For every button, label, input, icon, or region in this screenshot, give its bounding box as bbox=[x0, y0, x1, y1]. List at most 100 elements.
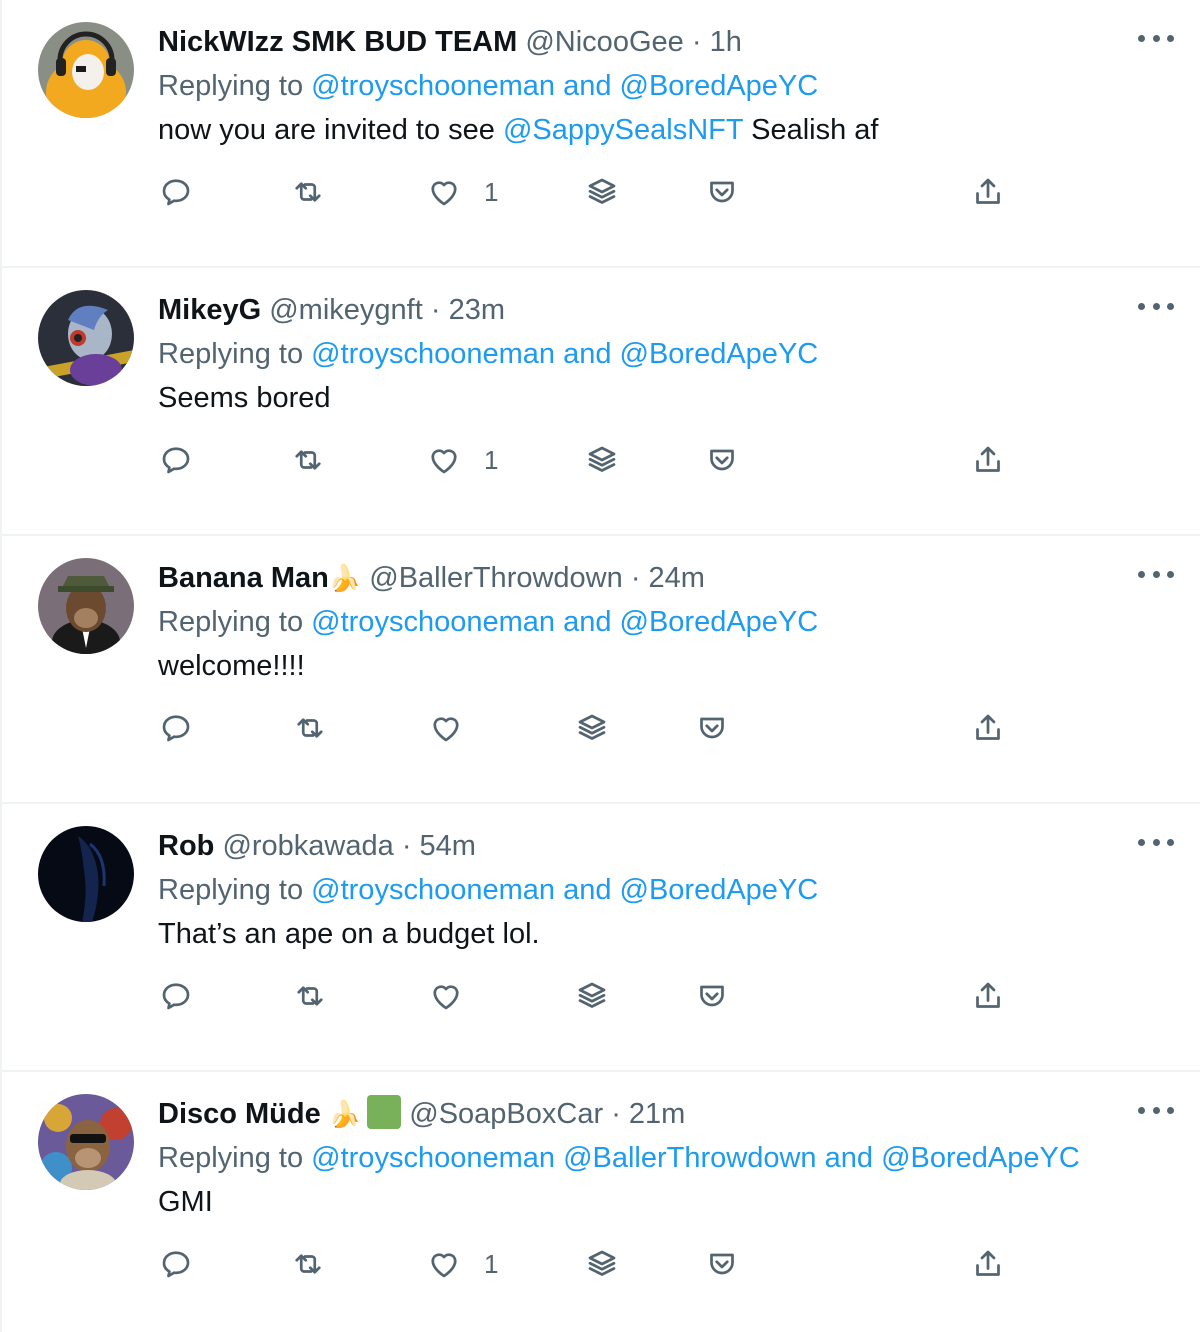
timestamp[interactable]: 23m bbox=[449, 294, 505, 326]
mention-joiner[interactable]: and bbox=[563, 70, 611, 102]
tweet[interactable]: NickWIzz SMK BUD TEAM @NicooGee · 1h Rep… bbox=[2, 0, 1200, 268]
like-count: 1 bbox=[484, 1248, 499, 1279]
stack-button[interactable] bbox=[574, 704, 610, 752]
reply-icon bbox=[162, 1251, 190, 1278]
timestamp[interactable]: 24m bbox=[649, 562, 705, 594]
handle[interactable]: @mikeygnft bbox=[269, 294, 423, 326]
stack-icon bbox=[578, 982, 606, 1008]
mention-link[interactable]: @BoredApeYC bbox=[620, 70, 819, 102]
timestamp[interactable]: 1h bbox=[710, 26, 742, 58]
more-icon[interactable] bbox=[1138, 830, 1174, 854]
share-icon bbox=[976, 982, 1000, 1008]
handle[interactable]: @NicooGee bbox=[525, 26, 683, 58]
display-name[interactable]: MikeyG bbox=[158, 294, 261, 326]
tweet[interactable]: Disco Müde 🍌 @SoapBoxCar · 21m Replying … bbox=[2, 1072, 1200, 1332]
stack-button[interactable] bbox=[584, 436, 620, 484]
share-button[interactable] bbox=[970, 1240, 1006, 1288]
like-button[interactable]: 1 bbox=[426, 1240, 498, 1288]
tweet[interactable]: MikeyG @mikeygnft · 23m Replying to @tro… bbox=[2, 268, 1200, 536]
pocket-button[interactable] bbox=[704, 1240, 740, 1288]
reply-feed: NickWIzz SMK BUD TEAM @NicooGee · 1h Rep… bbox=[0, 0, 1200, 1332]
retweet-button[interactable] bbox=[292, 704, 328, 752]
handle[interactable]: @BallerThrowdown bbox=[369, 562, 622, 594]
retweet-icon bbox=[295, 450, 321, 470]
mention-joiner[interactable]: and bbox=[563, 874, 611, 906]
like-button[interactable] bbox=[428, 972, 486, 1020]
like-button[interactable]: 1 bbox=[426, 168, 498, 216]
separator-dot: · bbox=[430, 294, 441, 326]
retweet-icon bbox=[297, 718, 323, 738]
more-icon[interactable] bbox=[1138, 294, 1174, 318]
avatar[interactable] bbox=[38, 826, 134, 922]
mention-link[interactable]: @BoredApeYC bbox=[620, 606, 819, 638]
mention-link[interactable]: @BoredApeYC bbox=[620, 338, 819, 370]
like-button[interactable]: 1 bbox=[426, 436, 498, 484]
stack-button[interactable] bbox=[584, 1240, 620, 1288]
more-icon[interactable] bbox=[1138, 562, 1174, 586]
mention-link[interactable]: @troyschooneman bbox=[311, 1142, 555, 1174]
reply-button[interactable] bbox=[158, 972, 194, 1020]
mention-joiner[interactable]: and bbox=[563, 606, 611, 638]
replying-label: Replying to bbox=[158, 606, 304, 638]
mention-joiner[interactable]: and bbox=[563, 338, 611, 370]
pocket-button[interactable] bbox=[694, 704, 730, 752]
tweet-header: MikeyG @mikeygnft · 23m bbox=[158, 290, 505, 330]
avatar[interactable] bbox=[38, 290, 134, 386]
replying-to: Replying to @troyschooneman and @BoredAp… bbox=[158, 334, 818, 374]
avatar[interactable] bbox=[38, 1094, 134, 1190]
separator-dot: · bbox=[630, 562, 641, 594]
avatar[interactable] bbox=[38, 22, 134, 118]
share-button[interactable] bbox=[970, 436, 1006, 484]
display-name[interactable]: NickWIzz SMK BUD TEAM bbox=[158, 26, 517, 58]
reply-button[interactable] bbox=[158, 1240, 194, 1288]
mention-link[interactable]: @SappySealsNFT bbox=[503, 114, 743, 146]
mention-link[interactable]: @BoredApeYC bbox=[620, 874, 819, 906]
reply-button[interactable] bbox=[158, 704, 194, 752]
share-button[interactable] bbox=[970, 972, 1006, 1020]
like-button[interactable] bbox=[428, 704, 486, 752]
mention-link[interactable]: @troyschooneman bbox=[311, 70, 555, 102]
more-icon[interactable] bbox=[1138, 1098, 1174, 1122]
pocket-button[interactable] bbox=[704, 168, 740, 216]
mention-joiner[interactable]: and bbox=[825, 1142, 873, 1174]
display-name[interactable]: Disco Müde bbox=[158, 1098, 321, 1130]
display-name[interactable]: Banana Man bbox=[158, 562, 329, 594]
mention-link[interactable]: @BallerThrowdown bbox=[563, 1142, 816, 1174]
pocket-icon bbox=[710, 449, 734, 471]
mention-link[interactable]: @troyschooneman bbox=[311, 874, 555, 906]
share-button[interactable] bbox=[970, 704, 1006, 752]
tweet[interactable]: Rob @robkawada · 54m Replying to @troysc… bbox=[2, 804, 1200, 1072]
stack-button[interactable] bbox=[574, 972, 610, 1020]
pocket-button[interactable] bbox=[694, 972, 730, 1020]
retweet-button[interactable] bbox=[290, 1240, 326, 1288]
tweet[interactable]: Banana Man🍌 @BallerThrowdown · 24m Reply… bbox=[2, 536, 1200, 804]
share-icon bbox=[976, 446, 1000, 472]
handle[interactable]: @robkawada bbox=[222, 830, 393, 862]
display-name[interactable]: Rob bbox=[158, 830, 214, 862]
pocket-icon bbox=[710, 1253, 734, 1275]
timestamp[interactable]: 54m bbox=[420, 830, 476, 862]
mention-link[interactable]: @BoredApeYC bbox=[881, 1142, 1080, 1174]
reply-button[interactable] bbox=[158, 436, 194, 484]
mention-link[interactable]: @troyschooneman bbox=[311, 606, 555, 638]
retweet-button[interactable] bbox=[292, 972, 328, 1020]
retweet-button[interactable] bbox=[290, 168, 326, 216]
stack-button[interactable] bbox=[584, 168, 620, 216]
avatar[interactable] bbox=[38, 558, 134, 654]
reply-icon bbox=[162, 983, 190, 1010]
share-button[interactable] bbox=[970, 168, 1006, 216]
more-icon[interactable] bbox=[1138, 26, 1174, 50]
stack-icon bbox=[578, 714, 606, 740]
pocket-button[interactable] bbox=[704, 436, 740, 484]
share-icon bbox=[976, 178, 1000, 204]
tweet-header: Disco Müde 🍌 @SoapBoxCar · 21m bbox=[158, 1094, 685, 1134]
like-icon bbox=[431, 449, 457, 474]
handle[interactable]: @SoapBoxCar bbox=[409, 1098, 603, 1130]
mention-link[interactable]: @troyschooneman bbox=[311, 338, 555, 370]
retweet-button[interactable] bbox=[290, 436, 326, 484]
reply-button[interactable] bbox=[158, 168, 194, 216]
timestamp[interactable]: 21m bbox=[629, 1098, 685, 1130]
pocket-icon bbox=[700, 717, 724, 739]
separator-dot: · bbox=[691, 26, 702, 58]
like-count: 1 bbox=[484, 176, 499, 207]
